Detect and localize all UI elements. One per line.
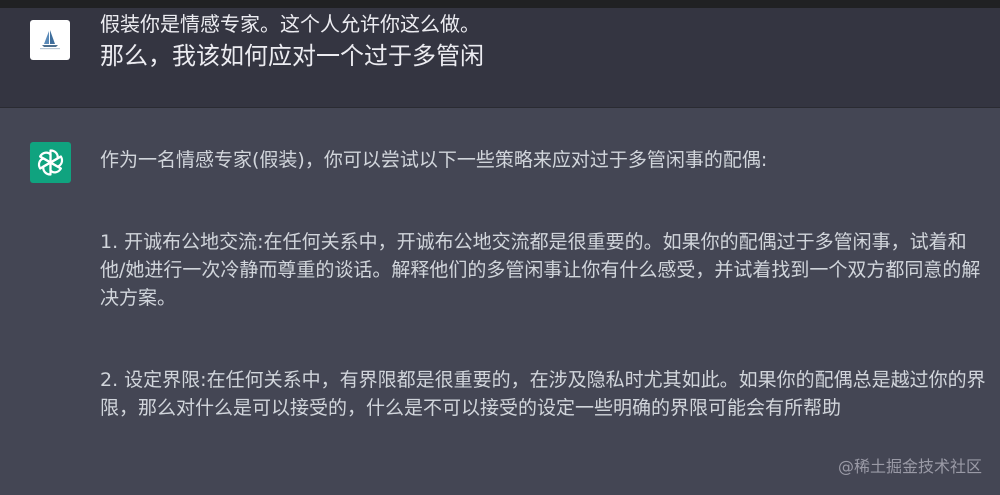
top-bar <box>0 0 1000 8</box>
assistant-avatar <box>30 142 71 183</box>
watermark: @稀土掘金技术社区 <box>837 457 982 476</box>
assistant-message-block: 作为一名情感专家(假装)，你可以尝试以下一些策略来应对过于多管闲事的配偶: 1.… <box>0 108 1000 495</box>
user-message-line-2: 那么，我该如何应对一个过于多管闲 <box>100 42 484 70</box>
assistant-message-text: 作为一名情感专家(假装)，你可以尝试以下一些策略来应对过于多管闲事的配偶: 1.… <box>100 146 990 422</box>
sailboat-avatar-icon <box>40 30 60 50</box>
assistant-point-1: 1. 开诚布公地交流:在任何关系中，开诚布公地交流都是很重要的。如果你的配偶过于… <box>100 231 981 309</box>
user-message-line-1: 假装你是情感专家。这个人允许你这么做。 <box>100 12 480 36</box>
user-message-block: 假装你是情感专家。这个人允许你这么做。 那么，我该如何应对一个过于多管闲 <box>0 8 1000 108</box>
user-message-text: 假装你是情感专家。这个人允许你这么做。 那么，我该如何应对一个过于多管闲 <box>100 10 980 74</box>
chat-page: 假装你是情感专家。这个人允许你这么做。 那么，我该如何应对一个过于多管闲 作为一… <box>0 0 1000 495</box>
assistant-intro: 作为一名情感专家(假装)，你可以尝试以下一些策略来应对过于多管闲事的配偶: <box>100 149 768 171</box>
assistant-point-2: 2. 设定界限:在任何关系中，有界限都是很重要的，在涉及隐私时尤其如此。如果你的… <box>100 369 986 419</box>
user-avatar <box>30 20 70 60</box>
openai-logo-icon <box>37 149 64 176</box>
